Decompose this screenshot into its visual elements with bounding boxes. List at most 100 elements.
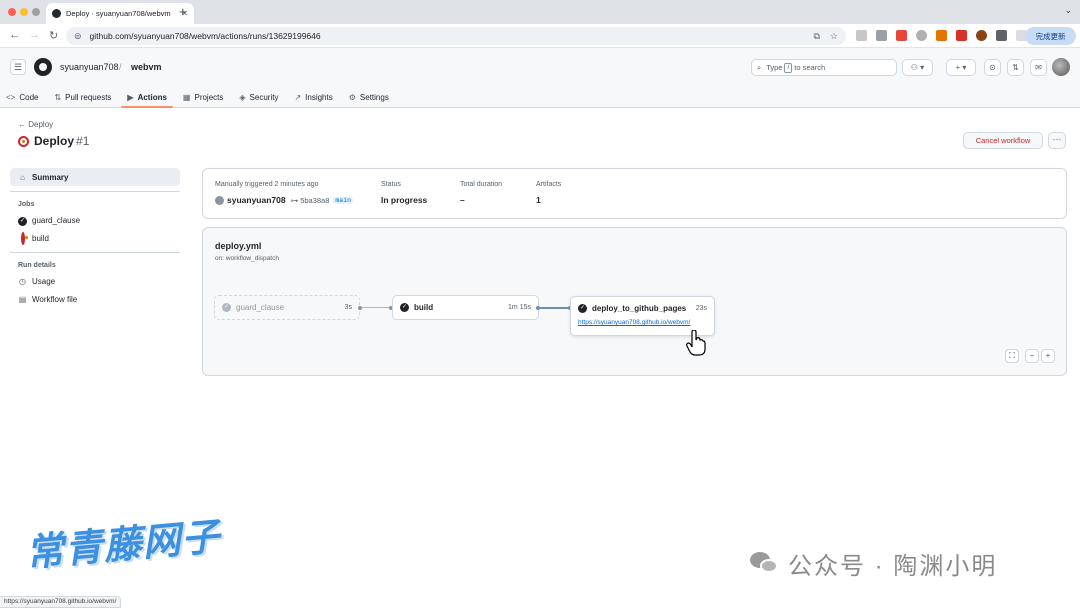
graph-icon: ↗ [294,92,302,102]
extension-icon[interactable] [936,30,947,41]
avatar [215,195,224,205]
site-info-icon[interactable]: ⊜ [74,31,82,42]
job-node-guard-clause[interactable]: ✓ guard_clause 3s [214,295,360,320]
address-bar[interactable]: ⊜ github.com/syuanyuan708/webvm/actions/… [66,27,846,45]
pull-requests-button[interactable]: ⇅ [1007,59,1024,76]
workflow-name: Deploy [28,120,54,129]
commit-link[interactable]: ⊶ 5ba38a8 [291,196,330,205]
tab-actions[interactable]: ▶ Actions [121,86,173,108]
tab-label: Security [249,92,279,102]
check-circle-icon: ✓ [18,216,27,226]
tab-pull-requests[interactable]: ⇅ Pull requests [48,86,117,108]
job-name: guard_clause [236,303,285,312]
stopwatch-icon: ◷ [19,276,26,286]
extension-icon[interactable] [956,30,967,41]
extensions-puzzle-icon[interactable] [996,30,1007,41]
fullscreen-icon[interactable]: ⛶ [1005,349,1019,363]
check-circle-icon: ✓ [578,303,587,313]
avatar[interactable] [1052,58,1070,76]
extension-icon[interactable] [856,30,867,41]
issues-button[interactable]: ⊙ [984,59,1001,76]
copilot-icon: ⚇ ▾ [910,63,925,72]
search-input[interactable]: ⌕ Type / to search [751,59,897,76]
bookmark-star-icon[interactable]: ☆ [830,31,838,42]
job-name: deploy_to_github_pages [592,303,687,313]
notifications-button[interactable]: ✉ [1030,59,1047,76]
tab-label: Settings [359,92,389,102]
actor-link[interactable]: syuanyuan708 [227,195,286,205]
browser-toolbar: ← → ↻ ⊜ github.com/syuanyuan708/webvm/ac… [0,24,1080,48]
tab-label: Actions [137,92,167,102]
new-tab-button[interactable]: + [179,4,187,19]
job-duration: 3s [344,304,352,311]
repo-nav-tabs: <> Code ⇅ Pull requests ▶ Actions ▦ Projects… [0,86,399,108]
artifacts-label: Artifacts [536,181,562,188]
tab-projects[interactable]: ▦ Projects [177,86,229,108]
menu-icon[interactable]: ☰ [10,59,26,75]
sidebar-item-label: guard_clause [32,215,81,225]
zoom-out-button[interactable]: − [1025,349,1039,363]
tab-label: Insights [305,92,333,102]
artifacts-value[interactable]: 1 [536,195,561,205]
back-arrow-icon[interactable]: ← [9,29,20,41]
run-number: #1 [76,134,90,148]
create-new-button[interactable]: + ▾ [946,59,976,76]
sidebar-item-workflow-file[interactable]: ▤ Workflow file [10,290,180,308]
more-options-button[interactable]: ··· [1048,132,1066,149]
repo-owner-link[interactable]: syuanyuan708 [60,62,119,72]
close-window-button[interactable] [8,8,16,16]
sidebar-item-usage[interactable]: ◷ Usage [10,272,180,290]
sidebar-item-build[interactable]: build [10,229,180,247]
artifacts-column: Artifacts 1 [536,181,561,205]
tab-settings[interactable]: ⚙ Settings [343,86,395,108]
reload-icon[interactable]: ↻ [49,29,58,42]
forward-arrow-icon[interactable]: → [29,29,40,41]
workflow-graph: deploy.yml on: workflow_dispatch ✓ guard… [202,227,1067,376]
wechat-icon [750,551,780,576]
job-node-build[interactable]: ✓ build 1m 15s [392,295,539,320]
check-circle-icon: ✓ [400,303,409,312]
branch-badge[interactable]: main [333,196,353,204]
extension-icon[interactable] [896,30,907,41]
extension-icon[interactable] [916,30,927,41]
watermark-right: 公众号 · 陶渊小明 [750,546,997,581]
tab-label: Code [19,92,39,102]
extensions-area [856,30,1047,41]
play-icon: ▶ [127,92,134,102]
browser-tab-strip: Deploy · syuanyuan708/webvm ✕ + ⌄ [0,0,1080,24]
divider [10,191,180,192]
extension-icon[interactable] [976,30,987,41]
browser-tab[interactable]: Deploy · syuanyuan708/webvm ✕ [46,3,194,24]
extension-icon[interactable] [876,30,887,41]
deployment-url-link[interactable]: https://syuanyuan708.github.io/webvm/ [571,319,714,326]
cancel-workflow-button[interactable]: Cancel workflow [963,132,1043,149]
tab-search-icon[interactable]: ⌄ [1064,5,1072,16]
github-logo-icon[interactable] [34,58,52,76]
fullscreen-window-button[interactable] [32,8,40,16]
copilot-button[interactable]: ⚇ ▾ [902,59,933,76]
sidebar-item-label: Workflow file [32,294,78,304]
connector-line [362,307,389,308]
sidebar-item-label: Summary [32,172,69,182]
table-icon: ▦ [182,92,191,102]
hand-cursor-icon [686,330,706,356]
tab-code[interactable]: <> Code [0,86,44,108]
minimize-window-button[interactable] [20,8,28,16]
run-sidebar: ⌂ Summary Jobs ✓ guard_clause build Run … [10,168,180,308]
trigger-column: Manually triggered 2 minutes ago syuanyu… [215,181,353,205]
code-icon: <> [6,92,16,102]
update-browser-button[interactable]: 完成更新 [1025,27,1076,45]
sidebar-item-guard-clause[interactable]: ✓ guard_clause [10,211,180,229]
divider [10,252,180,253]
install-app-icon[interactable]: ⧉ [813,31,819,42]
tab-insights[interactable]: ↗ Insights [288,86,338,108]
back-to-workflow-link[interactable]: ← Deploy [18,120,53,129]
workflow-file-name: deploy.yml [215,241,262,251]
file-icon: ▤ [18,294,27,304]
tab-security[interactable]: ◈ Security [233,86,284,108]
sidebar-item-summary[interactable]: ⌂ Summary [10,168,180,186]
repo-name-link[interactable]: webvm [131,62,162,72]
job-duration: 23s [695,304,707,312]
commit-icon: ⊶ [290,195,299,205]
zoom-in-button[interactable]: + [1041,349,1055,363]
